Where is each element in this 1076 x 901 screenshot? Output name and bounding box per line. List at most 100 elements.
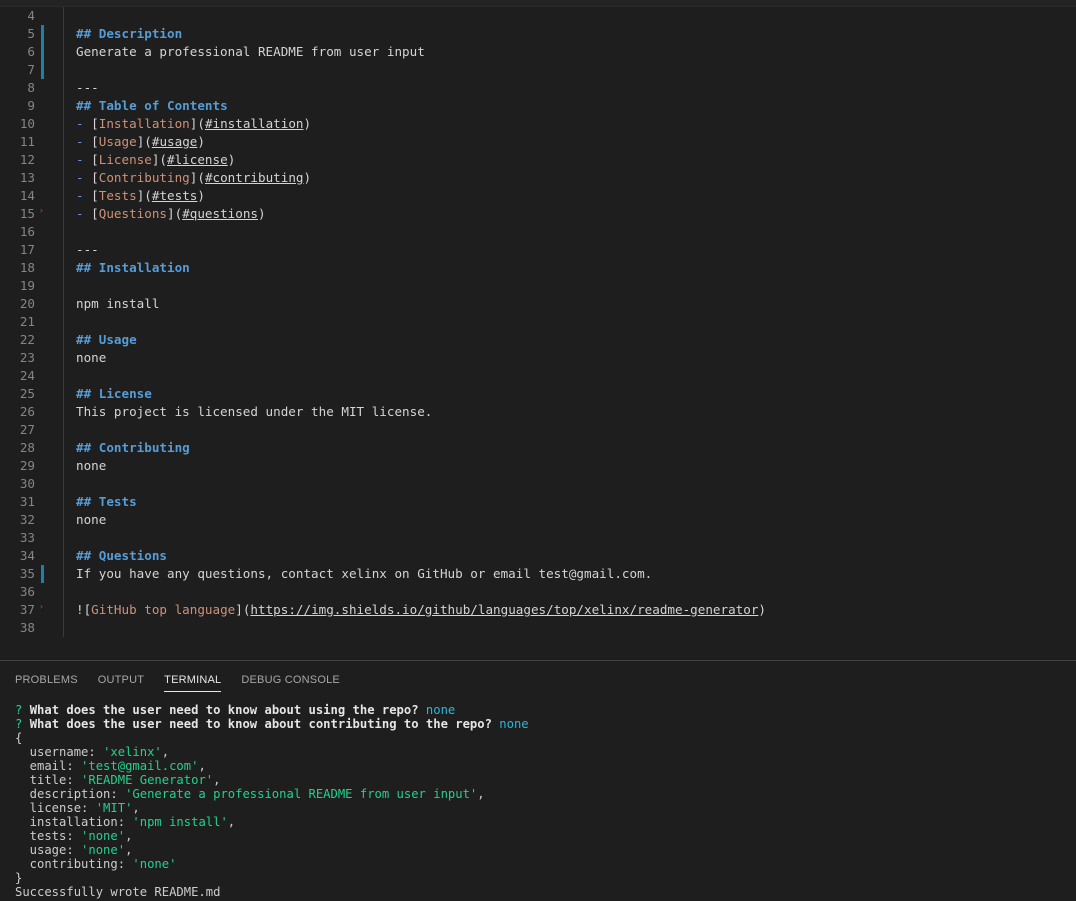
field-key: license: xyxy=(15,801,96,815)
indent-guide xyxy=(63,133,64,151)
line-number: 17 xyxy=(19,242,35,257)
heading-text: Description xyxy=(98,26,183,41)
field-value: 'npm install' xyxy=(132,815,228,829)
panel-tabs: PROBLEMS OUTPUT TERMINAL DEBUG CONSOLE xyxy=(15,661,360,697)
heading-text: Questions xyxy=(98,548,167,563)
line-number: 13 xyxy=(19,170,35,185)
line-number: 15 xyxy=(19,206,35,221)
code-line: 33 xyxy=(0,529,1076,547)
heading-hash: ## xyxy=(76,260,99,275)
link-anchor[interactable]: #installation xyxy=(205,116,304,131)
code-editor[interactable]: 4 5 ## Description 6 Generate a professional… xyxy=(0,0,1076,660)
tab-output[interactable]: OUTPUT xyxy=(98,661,144,697)
line-number: 29 xyxy=(19,458,35,473)
tab-debug-console[interactable]: DEBUG CONSOLE xyxy=(241,661,340,697)
link-label: Installation xyxy=(98,116,190,131)
indent-guide xyxy=(63,151,64,169)
code-line: 7 xyxy=(0,61,1076,79)
indent-guide xyxy=(63,187,64,205)
code-line: 31 ## Tests xyxy=(0,493,1076,511)
gutter-arrow-icon[interactable]: › xyxy=(39,207,44,215)
indent-guide xyxy=(63,529,64,547)
modified-line-marker xyxy=(41,565,44,583)
line-text: Generate a professional README from user… xyxy=(76,44,425,59)
field-comma: , xyxy=(227,815,236,829)
field-comma: , xyxy=(125,829,133,843)
object-field: description: 'Generate a professional RE… xyxy=(15,787,1065,801)
link-anchor[interactable]: #usage xyxy=(152,134,198,149)
link-anchor[interactable]: #questions xyxy=(182,206,258,221)
image-bang: ![ xyxy=(76,602,92,617)
field-value: 'README Generator' xyxy=(81,773,214,787)
tab-terminal[interactable]: TERMINAL xyxy=(164,661,222,697)
line-number: 16 xyxy=(19,224,35,239)
code-line: 12 - [License](#license) xyxy=(0,151,1076,169)
line-text: --- xyxy=(76,242,99,257)
code-line: 11 - [Usage](#usage) xyxy=(0,133,1076,151)
field-key: title: xyxy=(15,773,82,787)
indent-guide xyxy=(63,295,64,313)
field-value: 'none' xyxy=(81,843,126,857)
modified-line-marker xyxy=(41,61,44,79)
indent-guide xyxy=(63,169,64,187)
code-line: 38 xyxy=(0,619,1076,637)
success-message: Successfully wrote README.md xyxy=(15,885,221,899)
line-content: ## License xyxy=(76,385,152,403)
code-line: 32 none xyxy=(0,511,1076,529)
object-close-brace: } xyxy=(15,871,23,885)
bracket: [ xyxy=(91,134,99,149)
indent-guide xyxy=(63,259,64,277)
line-number: 35 xyxy=(19,566,35,581)
terminal-output[interactable]: ? What does the user need to know about … xyxy=(15,703,1065,899)
bracket: [ xyxy=(91,170,99,185)
line-text: --- xyxy=(76,80,99,95)
heading-hash: ## xyxy=(76,386,99,401)
bracket: ]( xyxy=(167,206,183,221)
image-url[interactable]: https://img.shields.io/github/languages/… xyxy=(250,602,758,617)
indent-guide xyxy=(63,331,64,349)
link-anchor[interactable]: #tests xyxy=(152,188,198,203)
editor-lines: 4 5 ## Description 6 Generate a professional… xyxy=(0,7,1076,637)
tab-problems[interactable]: PROBLEMS xyxy=(15,661,78,697)
line-number: 14 xyxy=(19,188,35,203)
line-content: npm install xyxy=(76,295,159,313)
heading-hash: ## xyxy=(76,440,99,455)
heading-hash: ## xyxy=(76,26,99,41)
code-line: 30 xyxy=(0,475,1076,493)
field-comma: , xyxy=(161,745,170,759)
link-anchor[interactable]: #contributing xyxy=(205,170,304,185)
indent-guide xyxy=(63,493,64,511)
code-line: 23 none xyxy=(0,349,1076,367)
code-line: 16 xyxy=(0,223,1076,241)
field-value: 'MIT' xyxy=(95,801,133,815)
indent-guide xyxy=(63,97,64,115)
code-line: 24 xyxy=(0,367,1076,385)
bracket: ]( xyxy=(235,602,251,617)
bracket: [ xyxy=(91,206,99,221)
line-number: 7 xyxy=(27,62,35,77)
code-line: 29 none xyxy=(0,457,1076,475)
link-anchor[interactable]: #license xyxy=(167,152,228,167)
line-content: ## Usage xyxy=(76,331,137,349)
indent-guide xyxy=(63,61,64,79)
line-number: 9 xyxy=(27,98,35,113)
line-number: 5 xyxy=(27,26,35,41)
line-text: none xyxy=(76,458,107,473)
editor-top-edge xyxy=(0,0,1076,7)
line-content: - [License](#license) xyxy=(76,151,235,169)
line-number: 36 xyxy=(19,584,35,599)
heading-text: License xyxy=(98,386,152,401)
line-number: 6 xyxy=(27,44,35,59)
field-key: email: xyxy=(15,759,82,773)
bracket: ) xyxy=(227,152,236,167)
bracket: ) xyxy=(303,170,312,185)
prompt-mark: ? xyxy=(15,703,30,717)
indent-guide xyxy=(63,385,64,403)
indent-guide xyxy=(63,601,64,619)
object-field: installation: 'npm install', xyxy=(15,815,1065,829)
gutter-arrow-icon[interactable]: › xyxy=(39,603,44,611)
line-content: ## Tests xyxy=(76,493,137,511)
field-value: 'none' xyxy=(81,829,126,843)
line-number: 20 xyxy=(19,296,35,311)
bracket: ) xyxy=(197,188,205,203)
